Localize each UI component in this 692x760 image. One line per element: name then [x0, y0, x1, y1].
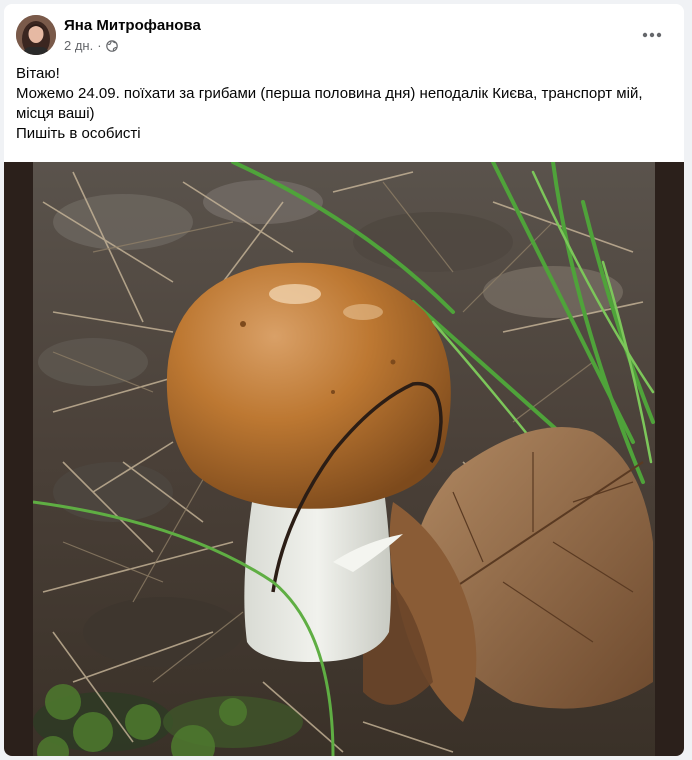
- post-photo-frame: [4, 162, 684, 756]
- avatar[interactable]: [16, 15, 56, 55]
- meta-separator: ·: [97, 38, 102, 53]
- avatar-image: [16, 15, 56, 55]
- post-text: Вітаю! Можемо 24.09. поїхати за грибами …: [16, 64, 672, 144]
- post-text-line: Пишіть в особисті: [16, 125, 141, 142]
- author-name[interactable]: Яна Митрофанова: [64, 17, 201, 34]
- post-meta: 2 дн. ·: [64, 38, 118, 53]
- globe-icon[interactable]: [105, 39, 118, 52]
- post-header: Яна Митрофанова 2 дн. ·: [16, 15, 672, 57]
- post-card: Яна Митрофанова 2 дн. · Вітаю! Можемо 24…: [4, 4, 684, 756]
- more-options-icon: [642, 32, 662, 38]
- post-text-line: Вітаю!: [16, 65, 60, 82]
- post-text-line: Можемо 24.09. поїхати за грибами (перша …: [16, 85, 643, 122]
- mushroom-photo[interactable]: [33, 162, 655, 756]
- more-options-button[interactable]: [636, 19, 668, 51]
- post-timestamp[interactable]: 2 дн.: [64, 38, 93, 53]
